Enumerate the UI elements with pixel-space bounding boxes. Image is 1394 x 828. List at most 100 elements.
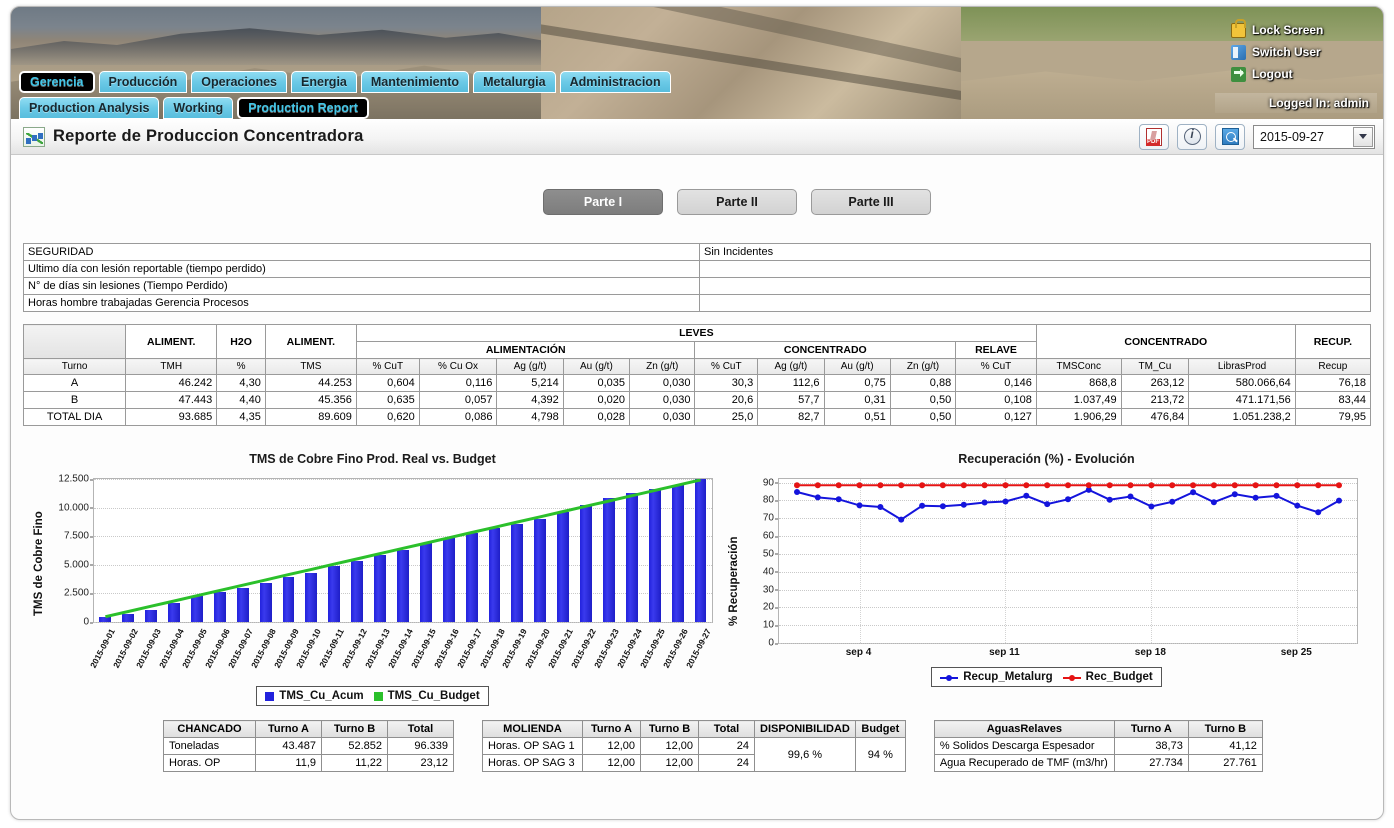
mt-r0c16: 580.066,64 (1189, 375, 1295, 392)
chart-2-series-layer (779, 479, 1357, 643)
tab-administracion[interactable]: Administracion (560, 71, 671, 93)
tab-energia[interactable]: Energia (291, 71, 357, 93)
parte-3-button[interactable]: Parte III (811, 189, 931, 215)
security-value-0: Sin Incidentes (700, 244, 1371, 261)
info-button[interactable] (1177, 124, 1207, 150)
mt-r2c17: 79,95 (1295, 409, 1370, 426)
chancado-h1: Turno A (256, 721, 322, 738)
chancado-r1c3: 23,12 (388, 755, 454, 772)
chart-1-plot-area: 02.5005.0007.50010.00012.500 (93, 478, 713, 623)
security-label-3: Horas hombre trabajadas Gerencia Proceso… (24, 295, 700, 312)
chart-2-x-axis-labels: sep 4sep 11sep 18sep 25 (778, 646, 1358, 662)
bottom-tables-row: CHANCADO Turno A Turno B Total Toneladas… (23, 720, 1371, 772)
molienda-h3: Total (699, 721, 755, 738)
security-value-3 (700, 295, 1371, 312)
chancado-table: CHANCADO Turno A Turno B Total Toneladas… (163, 720, 454, 772)
legend-label-tms-cu-budget: TMS_Cu_Budget (388, 690, 480, 702)
table-row: B47.4434,4045.3560,6350,0574,3920,0200,0… (24, 392, 1371, 409)
mt-r0c11: 0,75 (824, 375, 890, 392)
logout-label: Logout (1252, 67, 1293, 81)
aguas-r1c2: 27.761 (1188, 755, 1262, 772)
mt-r2c14: 1.906,29 (1036, 409, 1121, 426)
mt-col-9: % CuT (695, 359, 758, 375)
production-main-table: ALIMENT. H2O ALIMENT. LEVES CONCENTRADO … (23, 324, 1371, 426)
security-label-0: SEGURIDAD (24, 244, 700, 261)
logout-button[interactable]: Logout (1221, 63, 1377, 85)
mt-col-14: TMSConc (1036, 359, 1121, 375)
mt-col-7: Au (g/t) (563, 359, 629, 375)
chancado-r0c3: 96.339 (388, 738, 454, 755)
chart-1-x-axis-labels: 2015-09-012015-09-022015-09-032015-09-04… (93, 625, 713, 663)
table-row: Agua Recuperado de TMF (m3/hr) 27.734 27… (934, 755, 1262, 772)
logged-in-label: Logged In: admin (1269, 96, 1369, 110)
switch-user-label: Switch User (1252, 45, 1321, 59)
chart-2-plot-area: 0102030405060708090 (778, 478, 1358, 644)
mt-r1c3: 45.356 (265, 392, 356, 409)
legend-item-tms-cu-acum: TMS_Cu_Acum (265, 690, 363, 702)
tab-operaciones-label: Operaciones (201, 75, 277, 89)
legend-item-recup-metalurg: Recup_Metalurg (940, 671, 1052, 683)
mt-r0c6: 5,214 (497, 375, 563, 392)
molienda-r1c3: 24 (699, 755, 755, 772)
secondary-tabbar: Production Analysis Working Production R… (19, 97, 369, 119)
preview-button[interactable] (1215, 124, 1245, 150)
mt-col-3: TMS (265, 359, 356, 375)
export-pdf-button[interactable] (1139, 124, 1169, 150)
mt-r1c7: 0,020 (563, 392, 629, 409)
tab-working[interactable]: Working (163, 97, 233, 119)
tab-metalurgia[interactable]: Metalurgia (473, 71, 556, 93)
chart-2-ytick: 40 (763, 566, 774, 577)
molienda-h2: Turno B (641, 721, 699, 738)
mt-r1c15: 213,72 (1121, 392, 1189, 409)
chart-1-ylabel: TMS de Cobre Fino (33, 486, 45, 616)
mt-r1c17: 83,44 (1295, 392, 1370, 409)
table-header-row: MOLIENDA Turno A Turno B Total DISPONIBI… (483, 721, 906, 738)
chevron-down-icon[interactable] (1353, 127, 1373, 147)
mt-r1c2: 4,40 (217, 392, 266, 409)
mt-group-leves: LEVES (356, 325, 1036, 342)
mt-r1c9: 20,6 (695, 392, 758, 409)
mt-sub-relave: RELAVE (956, 342, 1037, 359)
molienda-h4: DISPONIBILIDAD (755, 721, 856, 738)
chart-2-ytick: 70 (763, 513, 774, 524)
lock-screen-button[interactable]: Lock Screen (1221, 19, 1377, 41)
primary-tabbar: Gerencia Producción Operaciones Energia … (19, 71, 671, 93)
chancado-r0c0: Toneladas (164, 738, 256, 755)
chart-2-ytick: 60 (763, 531, 774, 542)
chart-1-ytick: 2.500 (64, 588, 89, 599)
molienda-r1c0: Horas. OP SAG 3 (483, 755, 583, 772)
chart-2-legend: Recup_Metalurg Rec_Budget (931, 667, 1162, 687)
tab-production-analysis[interactable]: Production Analysis (19, 97, 159, 119)
parte-1-button[interactable]: Parte I (543, 189, 663, 215)
mt-col-1: TMH (126, 359, 217, 375)
application-root: Lock Screen Switch User Logout Logged In… (0, 0, 1394, 828)
chart-2-xtick: sep 25 (1281, 647, 1312, 658)
mt-r2c13: 0,127 (956, 409, 1037, 426)
table-row: Horas. OP SAG 1 12,00 12,00 24 99,6 % 94… (483, 738, 906, 755)
chart-1-ytick: 7.500 (64, 531, 89, 542)
chart-2-ytick: 80 (763, 495, 774, 506)
mt-group-aliment1: ALIMENT. (126, 325, 217, 359)
table-row: Ultimo día con lesión reportable (tiempo… (24, 261, 1371, 278)
tab-metalurgia-label: Metalurgia (483, 75, 546, 89)
chancado-h2: Turno B (322, 721, 388, 738)
chart-2-ytick: 30 (763, 584, 774, 595)
chancado-r1c1: 11,9 (256, 755, 322, 772)
chart-2-xtick: sep 11 (989, 647, 1020, 658)
parte-2-button[interactable]: Parte II (677, 189, 797, 215)
tab-gerencia[interactable]: Gerencia (19, 71, 95, 93)
tab-production-report[interactable]: Production Report (237, 97, 369, 119)
mt-col-4: % CuT (356, 359, 419, 375)
tab-mantenimiento[interactable]: Mantenimiento (361, 71, 469, 93)
tab-produccion[interactable]: Producción (99, 71, 188, 93)
molienda-h5: Budget (855, 721, 905, 738)
tab-operaciones[interactable]: Operaciones (191, 71, 287, 93)
mt-group-recup: RECUP. (1295, 325, 1370, 359)
aguas-relaves-table: AguasRelaves Turno A Turno B % Solidos D… (934, 720, 1263, 772)
mt-r0c1: 46.242 (126, 375, 217, 392)
chart-2-xtick: sep 4 (846, 647, 872, 658)
chancado-h0: CHANCADO (164, 721, 256, 738)
date-select[interactable]: 2015-09-27 (1253, 125, 1375, 149)
mt-sub-alimentacion: ALIMENTACIÓN (356, 342, 695, 359)
switch-user-button[interactable]: Switch User (1221, 41, 1377, 63)
